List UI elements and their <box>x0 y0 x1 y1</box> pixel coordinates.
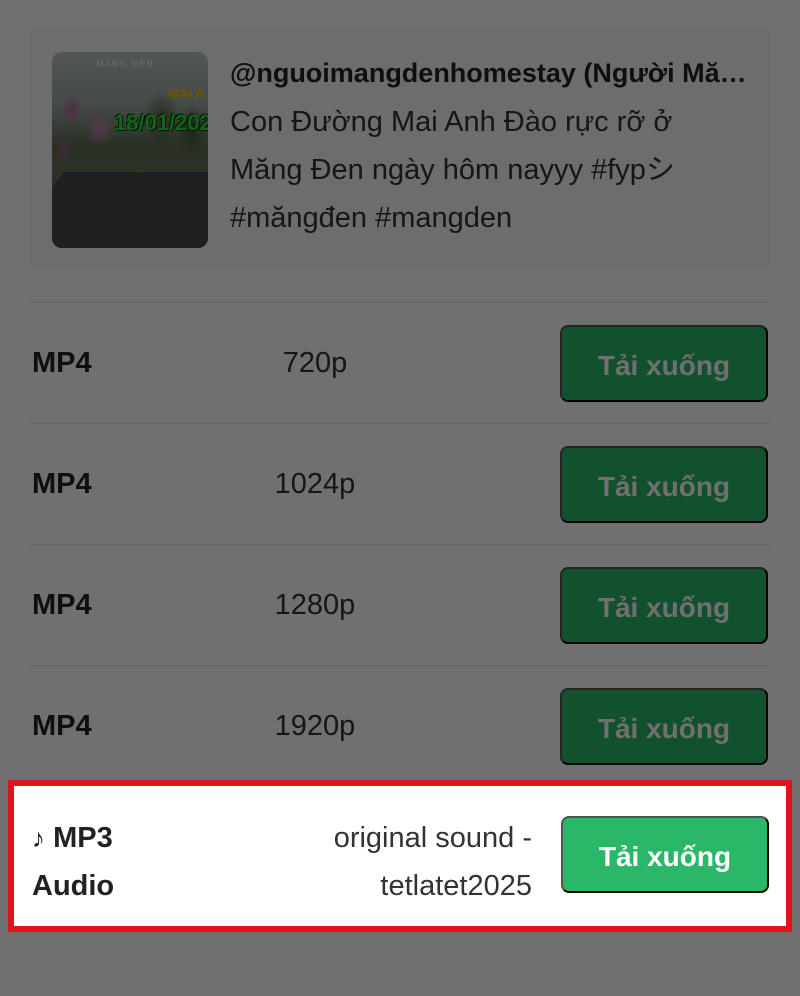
music-note-icon: ♪ <box>32 823 45 853</box>
download-row-1280p: MP4 1280p Tải xuống <box>30 544 770 665</box>
thumbnail-sub-text: MAI A <box>168 86 205 101</box>
format-label: MP4 <box>32 710 92 742</box>
format-label: MP4 <box>32 347 92 379</box>
thumbnail-road <box>52 172 208 248</box>
download-page: MĂNG ĐEN MAI A 18/01/2025 @nguoimangdenh… <box>0 0 800 996</box>
video-description: Con Đường Mai Anh Đào rực rỡ ở Măng Đen … <box>230 106 675 234</box>
download-row-720p: MP4 720p Tải xuống <box>30 302 770 423</box>
video-thumbnail[interactable]: MĂNG ĐEN MAI A 18/01/2025 <box>52 52 208 248</box>
format-label: MP4 <box>32 589 92 621</box>
mp3-format-label: ♪ MP3 Audio <box>32 814 192 910</box>
audio-title: original sound - tetlatet2025 <box>244 814 532 910</box>
quality-label: 1920p <box>274 710 356 742</box>
video-author: @nguoimangdenhomestay (Người Măng Đen) <box>230 58 750 88</box>
quality-label: 1280p <box>274 589 356 621</box>
quality-label: 1024p <box>274 468 356 500</box>
audio-title-line1: original sound - <box>333 822 532 854</box>
download-row-1920p: MP4 1920p Tải xuống <box>30 665 770 786</box>
mp3-audio-row-highlighted: ♪ MP3 Audio original sound - tetlatet202… <box>8 780 792 932</box>
download-button-1024p[interactable]: Tải xuống <box>560 446 768 523</box>
download-button-1920p[interactable]: Tải xuống <box>560 688 768 765</box>
quality-label: 720p <box>282 347 348 379</box>
download-button-mp3[interactable]: Tải xuống <box>561 816 769 893</box>
video-info-card: MĂNG ĐEN MAI A 18/01/2025 @nguoimangdenh… <box>30 28 770 268</box>
mp3-format-line1: MP3 <box>53 822 113 854</box>
mp3-format-line2: Audio <box>32 870 115 902</box>
download-button-720p[interactable]: Tải xuống <box>560 325 768 402</box>
audio-title-line2: tetlatet2025 <box>380 870 532 902</box>
format-label: MP4 <box>32 468 92 500</box>
thumbnail-brand-text: MĂNG ĐEN <box>96 60 154 70</box>
download-button-1280p[interactable]: Tải xuống <box>560 567 768 644</box>
thumbnail-date-text: 18/01/2025 <box>114 110 208 135</box>
download-row-1024p: MP4 1024p Tải xuống <box>30 423 770 544</box>
